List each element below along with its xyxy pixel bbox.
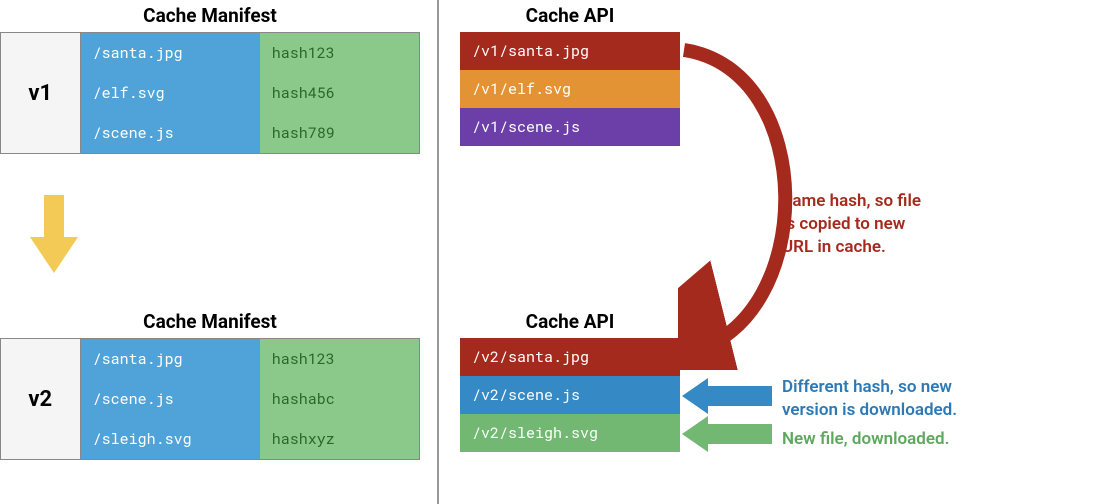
cache-heading-v1: Cache API [460,4,680,27]
manifest-table-v2: v2 /santa.jpg /scene.js /sleigh.svg hash… [0,338,420,460]
cache-list-v1: /v1/santa.jpg /v1/elf.svg /v1/scene.js [460,32,680,146]
hash-cell: hashabc [260,379,419,419]
file-col-v1: /santa.jpg /elf.svg /scene.js [81,33,260,153]
hash-cell: hashxyz [260,419,419,459]
cache-list-v2: /v2/santa.jpg /v2/scene.js /v2/sleigh.sv… [460,338,680,452]
note-new-file: New file, downloaded. [782,428,949,451]
down-arrow-icon [30,195,78,273]
download-arrow-icon [682,378,772,422]
file-cell: /elf.svg [81,73,260,113]
file-col-v2: /santa.jpg /scene.js /sleigh.svg [81,339,260,459]
file-cell: /sleigh.svg [81,419,260,459]
file-cell: /santa.jpg [81,33,260,73]
version-label-v1: v1 [1,33,81,153]
cache-row: /v2/santa.jpg [460,338,680,376]
hash-cell: hash123 [260,33,419,73]
file-cell: /scene.js [81,113,260,153]
version-label-v2: v2 [1,339,81,459]
file-cell: /santa.jpg [81,339,260,379]
newfile-arrow-icon [682,416,772,460]
manifest-heading-v2: Cache Manifest [0,310,420,333]
hash-cell: hash456 [260,73,419,113]
manifest-heading-v1: Cache Manifest [0,4,420,27]
cache-heading-v2: Cache API [460,310,680,333]
vertical-divider [437,0,439,504]
note-same-hash: Same hash, so file is copied to new URL … [782,190,921,259]
manifest-table-v1: v1 /santa.jpg /elf.svg /scene.js hash123… [0,32,420,154]
hash-col-v1: hash123 hash456 hash789 [260,33,419,153]
hash-cell: hash789 [260,113,419,153]
note-diff-hash: Different hash, so new version is downlo… [782,376,957,422]
cache-row: /v2/scene.js [460,376,680,414]
cache-row: /v1/santa.jpg [460,32,680,70]
cache-row: /v1/scene.js [460,108,680,146]
hash-cell: hash123 [260,339,419,379]
hash-col-v2: hash123 hashabc hashxyz [260,339,419,459]
file-cell: /scene.js [81,379,260,419]
cache-row: /v2/sleigh.svg [460,414,680,452]
cache-row: /v1/elf.svg [460,70,680,108]
